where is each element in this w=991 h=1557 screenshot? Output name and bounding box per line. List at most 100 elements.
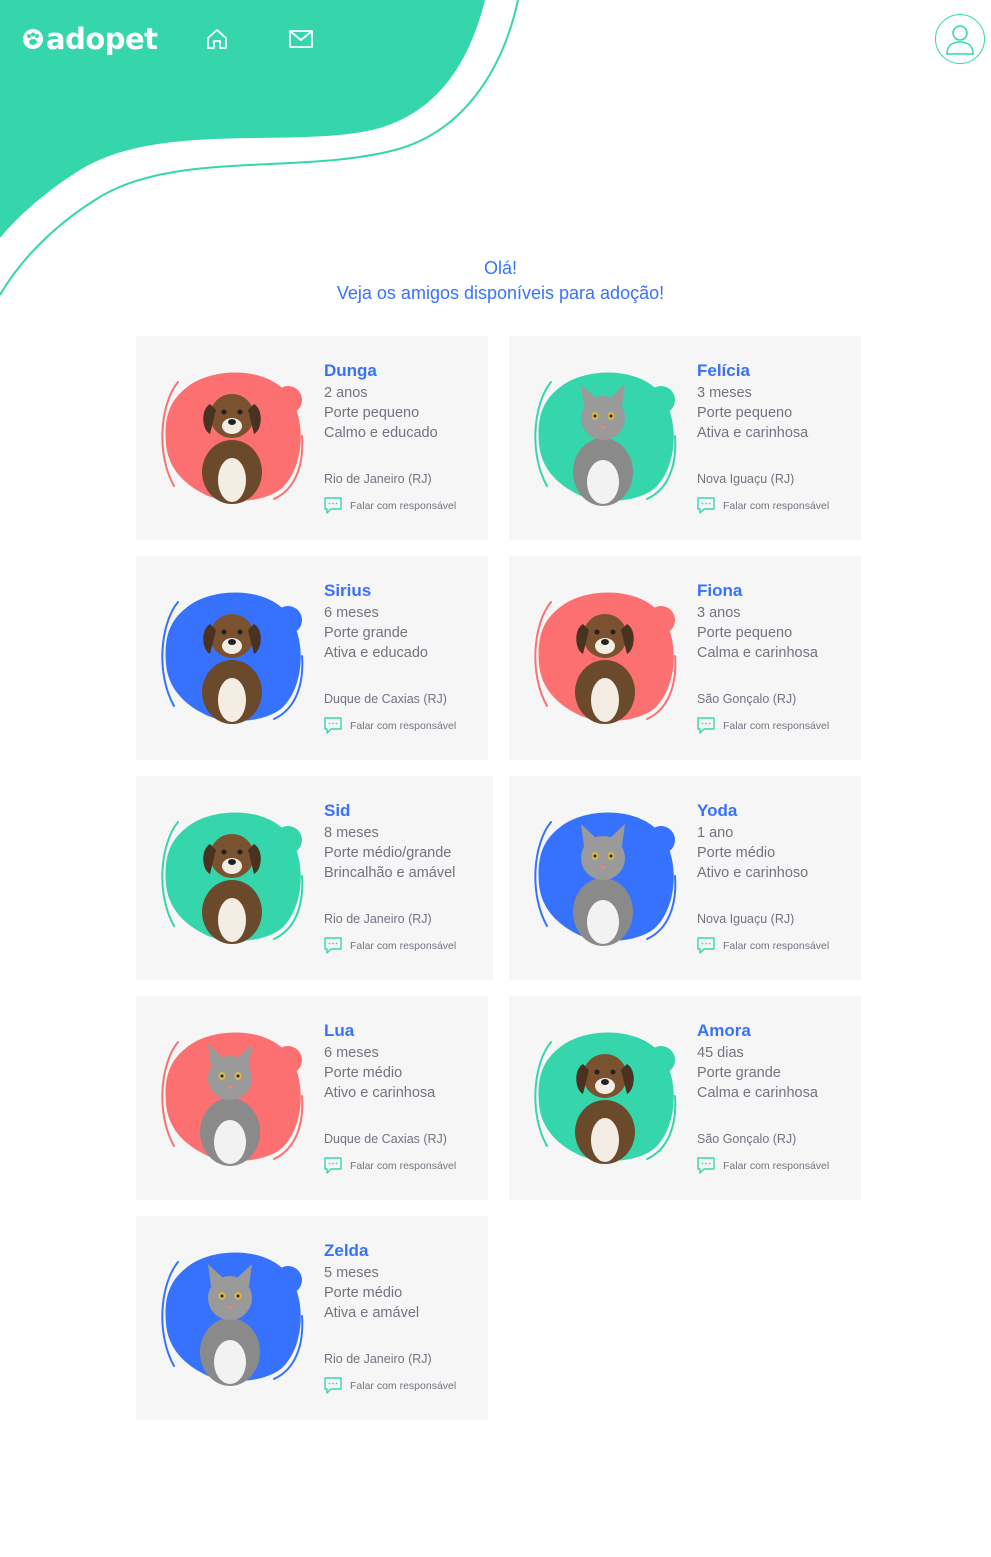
contact-owner-link[interactable]: Falar com responsável — [697, 497, 829, 514]
pet-photo — [161, 372, 304, 504]
adopet-logo[interactable]: adopet — [22, 22, 158, 56]
pet-card[interactable]: Yoda 1 ano Porte médio Ativo e carinhoso Nov… — [509, 776, 861, 980]
pet-photo-container — [156, 364, 312, 514]
contact-owner-label: Falar com responsável — [350, 499, 457, 512]
pet-photo-container — [529, 584, 685, 734]
chat-icon — [324, 717, 342, 734]
pet-card[interactable]: Zelda 5 meses Porte médio Ativa e amável Rio… — [136, 1216, 488, 1420]
pet-age: 3 anos — [697, 605, 741, 621]
pet-name: Amora — [697, 1021, 751, 1040]
greeting: Olá! Veja os amigos disponíveis para ado… — [0, 256, 991, 306]
contact-owner-link[interactable]: Falar com responsável — [697, 937, 829, 954]
pet-size: Porte grande — [697, 1065, 781, 1081]
contact-owner-link[interactable]: Falar com responsável — [324, 937, 456, 954]
pet-info: Felícia 3 meses Porte pequeno Ativa e carin… — [697, 360, 808, 443]
pet-temperament: Ativa e educado — [324, 645, 428, 661]
pet-size: Porte médio/grande — [324, 845, 452, 861]
pet-name: Fiona — [697, 581, 743, 600]
pet-age: 45 dias — [697, 1045, 744, 1061]
pet-photo — [161, 812, 304, 944]
pet-photo-container — [156, 584, 312, 734]
contact-owner-link[interactable]: Falar com responsável — [324, 1377, 456, 1394]
pet-age: 3 meses — [697, 385, 752, 401]
pet-info: Sirius 6 meses Porte grande Ativa e educado — [324, 580, 428, 663]
greeting-hello: Olá! — [483, 258, 517, 278]
pet-name: Dunga — [324, 361, 377, 380]
pet-card[interactable]: Dunga 2 anos Porte pequeno Calmo e educado R… — [136, 336, 488, 540]
contact-owner-label: Falar com responsável — [723, 719, 830, 732]
pet-info: Dunga 2 anos Porte pequeno Calmo e educado — [324, 360, 438, 443]
pet-info: Yoda 1 ano Porte médio Ativo e carinhoso — [697, 800, 808, 883]
pet-temperament: Ativo e carinhosa — [324, 1085, 436, 1101]
pet-info: Fiona 3 anos Porte pequeno Calma e carinhos… — [697, 580, 818, 663]
chat-icon — [697, 937, 715, 954]
pet-name: Sid — [324, 801, 351, 820]
pet-age: 2 anos — [324, 385, 368, 401]
pet-size: Porte médio — [697, 845, 776, 861]
contact-owner-link[interactable]: Falar com responsável — [697, 1157, 829, 1174]
pet-name: Felícia — [697, 361, 750, 380]
chat-icon — [697, 1157, 715, 1174]
pet-age: 6 meses — [324, 605, 379, 621]
pet-card[interactable]: Sid 8 meses Porte médio/grande Brincalhão e… — [136, 776, 493, 980]
pet-photo — [161, 592, 304, 724]
pet-location: São Gonçalo (RJ) — [697, 692, 797, 706]
pet-temperament: Calma e carinhosa — [697, 645, 818, 661]
pet-photo-container — [156, 1024, 312, 1174]
contact-owner-link[interactable]: Falar com responsável — [324, 1157, 456, 1174]
pet-size: Porte pequeno — [697, 625, 793, 641]
contact-owner-link[interactable]: Falar com responsável — [697, 717, 829, 734]
profile-button[interactable] — [935, 14, 985, 64]
contact-owner-link[interactable]: Falar com responsável — [324, 717, 456, 734]
chat-icon — [324, 1377, 342, 1394]
messages-nav-button[interactable] — [288, 26, 314, 52]
pet-info: Lua 6 meses Porte médio Ativo e carinhosa — [324, 1020, 435, 1103]
pet-location: Duque de Caxias (RJ) — [324, 1132, 447, 1146]
pet-temperament: Ativa e carinhosa — [697, 425, 809, 441]
pet-card[interactable]: Sirius 6 meses Porte grande Ativa e educado… — [136, 556, 488, 760]
contact-owner-label: Falar com responsável — [350, 719, 457, 732]
chat-icon — [697, 497, 715, 514]
chat-icon — [324, 497, 342, 514]
contact-owner-label: Falar com responsável — [350, 1379, 457, 1392]
pet-location: Nova Iguaçu (RJ) — [697, 912, 795, 926]
pet-card[interactable]: Fiona 3 anos Porte pequeno Calma e carinhos… — [509, 556, 861, 760]
pet-info: Amora 45 dias Porte grande Calma e carinhos… — [697, 1020, 818, 1103]
pet-size: Porte grande — [324, 625, 408, 641]
pet-photo — [534, 812, 677, 946]
pet-name: Yoda — [697, 801, 738, 820]
pet-location: Nova Iguaçu (RJ) — [697, 472, 795, 486]
chat-icon — [697, 717, 715, 734]
pet-photo — [534, 1032, 677, 1164]
pet-location: Duque de Caxias (RJ) — [324, 692, 447, 706]
contact-owner-label: Falar com responsável — [723, 939, 830, 952]
user-icon — [946, 25, 974, 55]
pet-photo-container — [529, 804, 685, 954]
pet-card[interactable]: Felícia 3 meses Porte pequeno Ativa e carin… — [509, 336, 861, 540]
pet-age: 5 meses — [324, 1265, 379, 1281]
pet-card[interactable]: Lua 6 meses Porte médio Ativo e carinhosa Du… — [136, 996, 488, 1200]
contact-owner-label: Falar com responsável — [350, 1159, 457, 1172]
pet-size: Porte médio — [324, 1285, 403, 1301]
pet-name: Lua — [324, 1021, 355, 1040]
chat-icon — [324, 1157, 342, 1174]
chat-icon — [324, 937, 342, 954]
pet-temperament: Brincalhão e amável — [324, 865, 456, 881]
pet-size: Porte médio — [324, 1065, 403, 1081]
contact-owner-label: Falar com responsável — [350, 939, 457, 952]
pet-size: Porte pequeno — [324, 405, 420, 421]
pet-photo-container — [529, 364, 685, 514]
pet-name: Zelda — [324, 1241, 369, 1260]
pet-temperament: Ativa e amável — [324, 1305, 420, 1321]
pet-card[interactable]: Amora 45 dias Porte grande Calma e carinhos… — [509, 996, 861, 1200]
pet-size: Porte pequeno — [697, 405, 793, 421]
pet-location: Rio de Janeiro (RJ) — [324, 1352, 432, 1366]
pet-photo — [534, 592, 677, 724]
home-nav-button[interactable] — [204, 26, 230, 52]
pet-temperament: Calmo e educado — [324, 425, 438, 441]
home-icon — [207, 29, 227, 49]
pet-age: 6 meses — [324, 1045, 379, 1061]
pet-age: 8 meses — [324, 825, 379, 841]
pet-location: Rio de Janeiro (RJ) — [324, 472, 432, 486]
contact-owner-link[interactable]: Falar com responsável — [324, 497, 456, 514]
